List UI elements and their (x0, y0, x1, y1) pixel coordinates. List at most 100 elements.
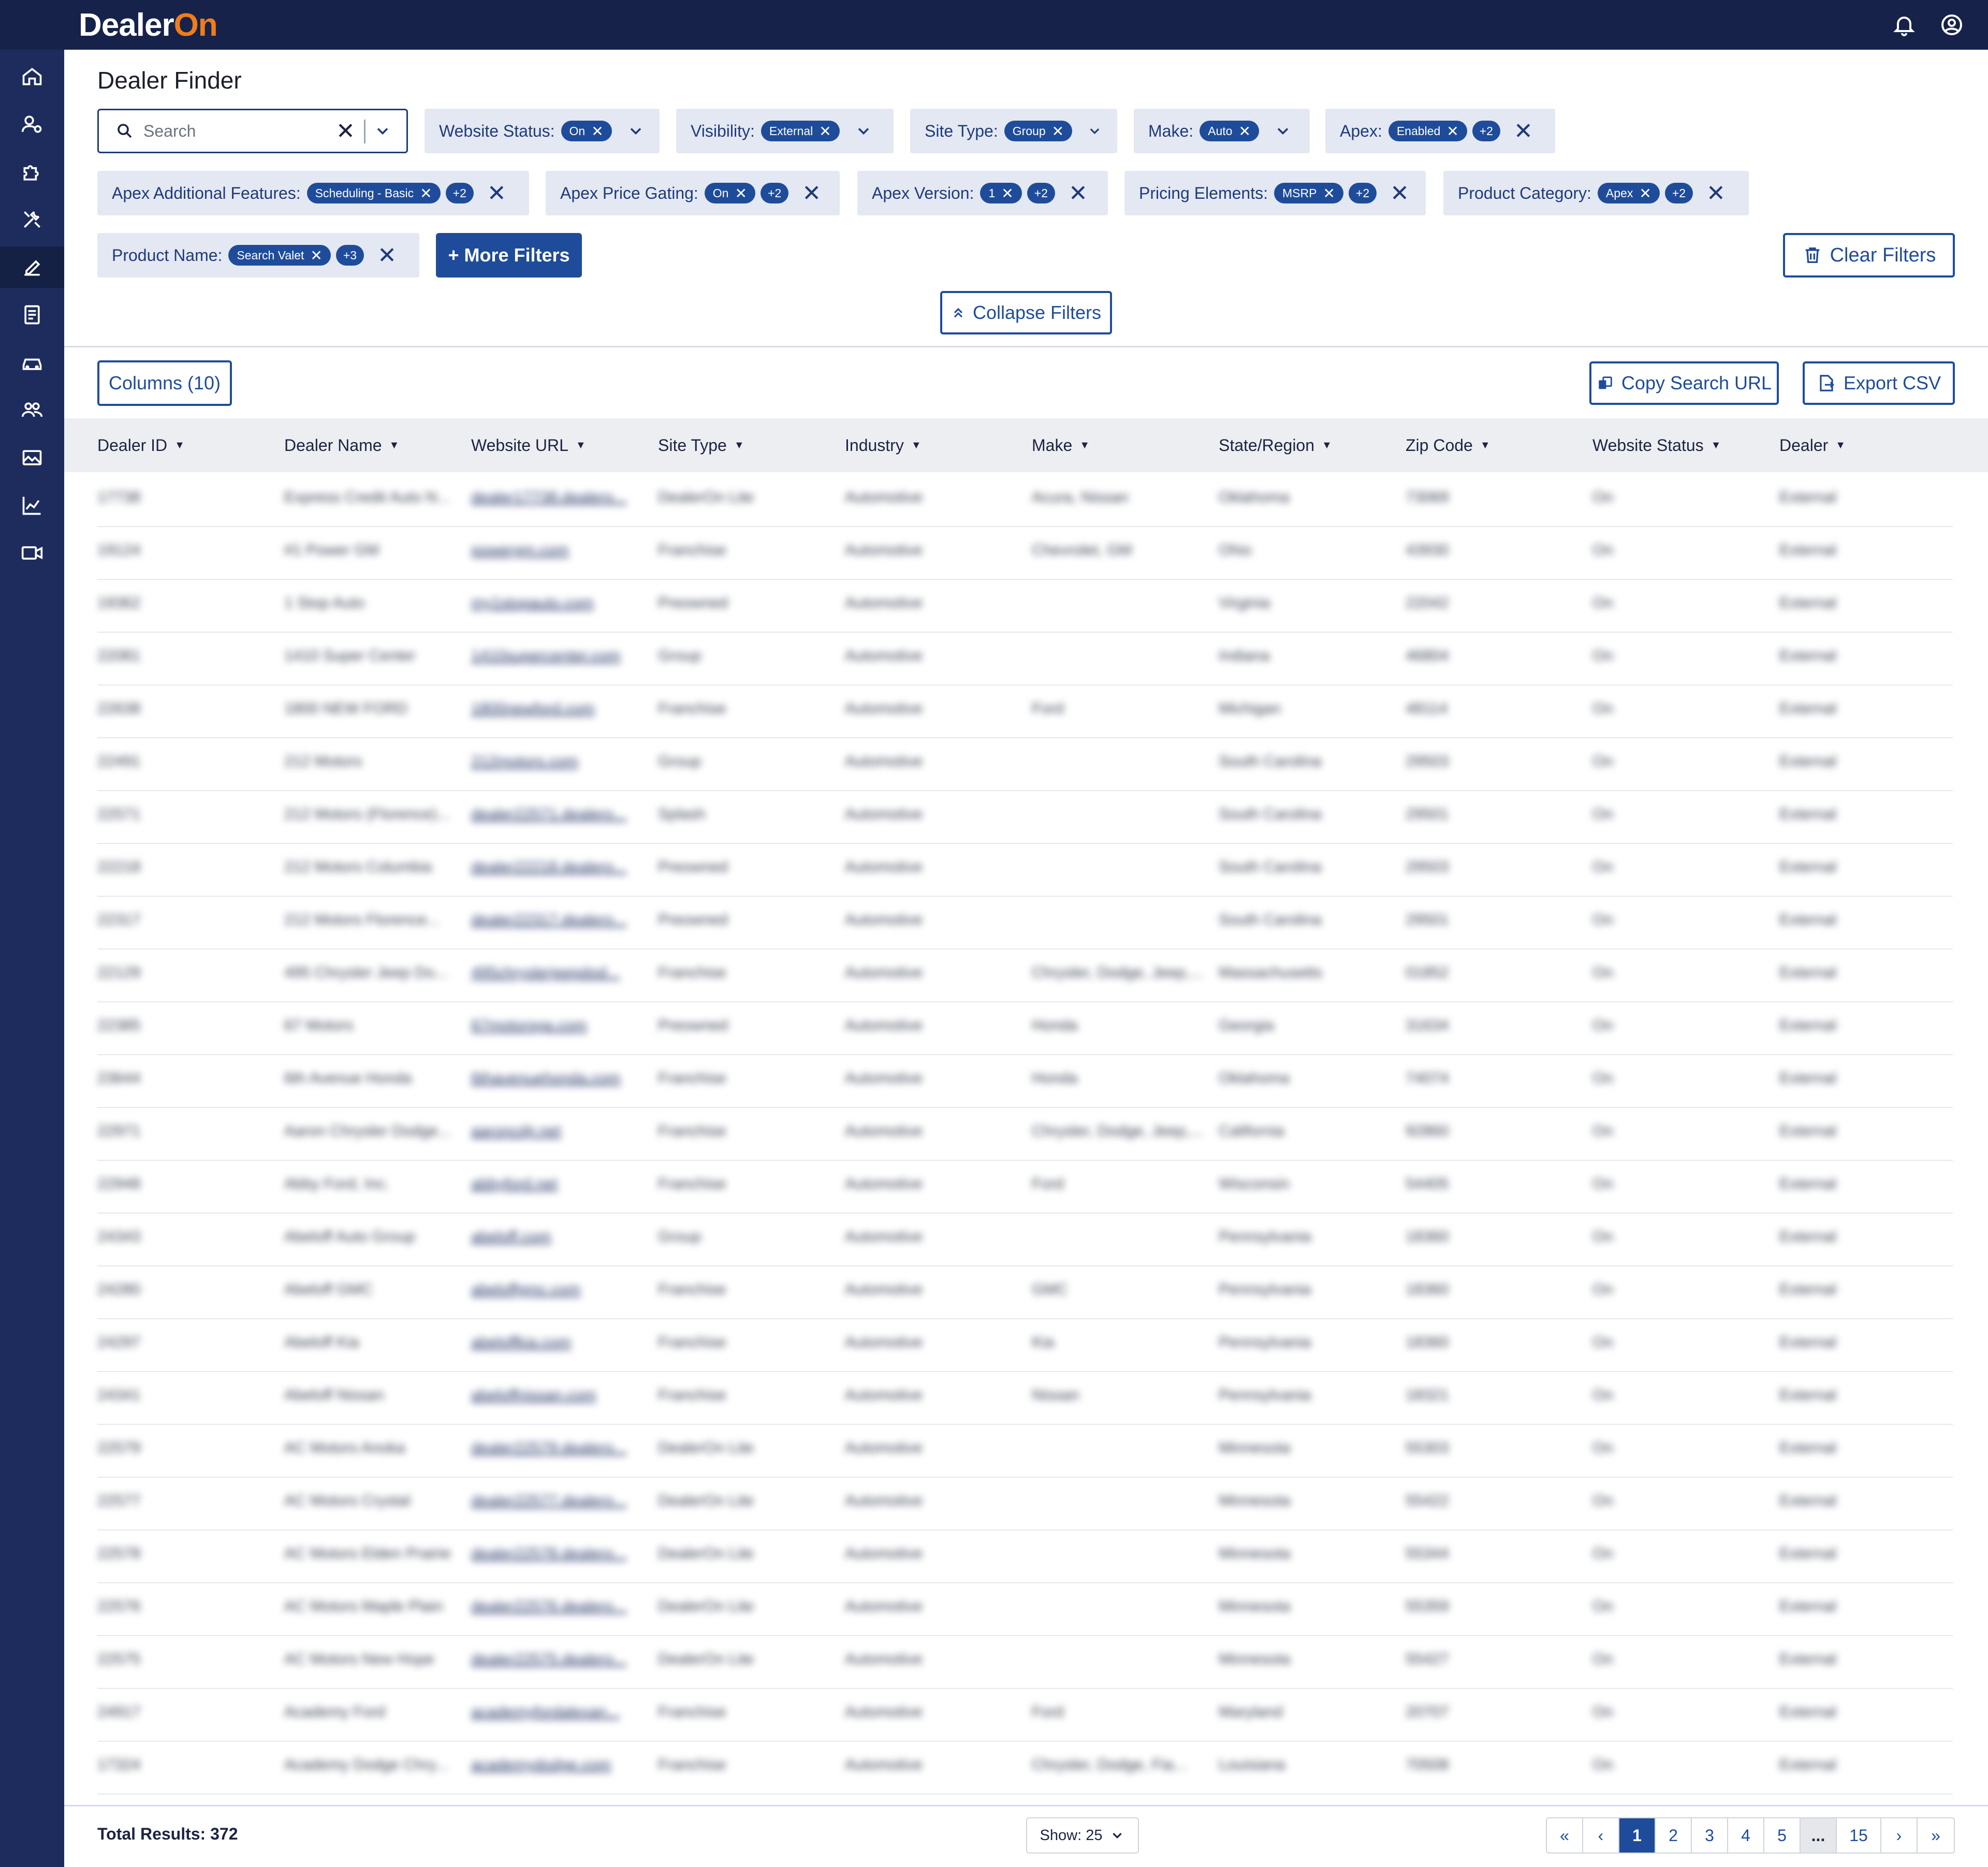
clear-filters-button[interactable]: Clear Filters (1783, 233, 1955, 278)
cell-website-url[interactable]: 495chryslerjeepdod... (471, 964, 647, 987)
column-header-site-type[interactable]: Site Type ▼ (658, 418, 744, 472)
filter-visibility[interactable]: Visibility: External ✕ (676, 109, 894, 153)
filter-website-status[interactable]: Website Status: On ✕ (425, 109, 660, 153)
table-row[interactable]: 22971 Aaron Chrysler Dodge... aaroncdjr.ne… (97, 1108, 1953, 1161)
cell-website-url[interactable]: academyfordalexan... (471, 1703, 647, 1726)
home-icon[interactable] (0, 56, 64, 97)
cell-website-url[interactable]: my1stopauto.com (471, 594, 647, 617)
table-row[interactable]: 23644 6th Avenue Honda 6thavenuehonda.com F… (97, 1055, 1953, 1108)
table-row[interactable]: 24280 Abeloff GMC abeloffgmc.com Franchise A… (97, 1266, 1953, 1319)
table-row[interactable]: 24297 Abeloff Kia abeloffkia.com Franchise A… (97, 1319, 1953, 1372)
next-page-button[interactable]: › (1881, 1818, 1918, 1853)
cell-website-url[interactable]: 67motorsga.com (471, 1017, 647, 1040)
page-button[interactable]: 5 (1764, 1818, 1801, 1853)
image-gallery-icon[interactable] (0, 437, 64, 478)
cell-website-url[interactable]: abeloff.com (471, 1228, 647, 1251)
chevron-down-icon[interactable] (1274, 122, 1292, 140)
table-row[interactable]: 22317 212 Motors Florence... dealer22317.d… (97, 897, 1953, 950)
filter-pricing-elements[interactable]: Pricing Elements: MSRP ✕ +2 ✕ (1124, 171, 1426, 215)
filter-apex-price-gating[interactable]: Apex Price Gating: On ✕ +2 ✕ (546, 171, 840, 215)
first-page-button[interactable]: « (1547, 1818, 1583, 1853)
cell-website-url[interactable]: 1410supercenter.com (471, 647, 647, 670)
remove-pill-icon[interactable]: ✕ (1323, 185, 1335, 202)
cell-website-url[interactable]: dealer22571.dealero... (471, 806, 647, 828)
table-row[interactable]: 22491 212 Motors 212motors.com Group Automot… (97, 738, 1953, 791)
cell-website-url[interactable]: dealer22575.dealero... (471, 1651, 647, 1673)
page-button[interactable]: 1 (1619, 1818, 1656, 1853)
remove-pill-icon[interactable]: ✕ (1238, 123, 1250, 140)
chevron-down-icon[interactable] (626, 122, 645, 140)
column-header-dealer[interactable]: Dealer ▼ (1779, 418, 1846, 472)
page-button[interactable]: 3 (1692, 1818, 1728, 1853)
cell-website-url[interactable]: dealer17738.dealero... (471, 489, 647, 512)
filter-apex[interactable]: Apex: Enabled ✕ +2 ✕ (1325, 109, 1555, 153)
user-settings-icon[interactable] (0, 104, 64, 145)
cell-website-url[interactable]: 212motors.com (471, 753, 647, 776)
filter-product-name[interactable]: Product Name: Search Valet ✕ +3 ✕ (97, 233, 419, 278)
filter-site-type[interactable]: Site Type: Group ✕ (910, 109, 1117, 153)
more-count-badge[interactable]: +2 (1472, 121, 1500, 141)
filter-value-pill[interactable]: Group ✕ (1004, 121, 1073, 141)
column-header-dealer-name[interactable]: Dealer Name ▼ (284, 418, 399, 472)
more-count-badge[interactable]: +2 (760, 183, 789, 203)
chevron-down-icon[interactable] (854, 122, 873, 140)
copy-search-url-button[interactable]: Copy Search URL (1589, 361, 1779, 405)
remove-pill-icon[interactable]: ✕ (1446, 123, 1458, 140)
clear-filter-icon[interactable]: ✕ (487, 180, 506, 207)
table-row[interactable]: 22218 212 Motors Columbia dealer22218.deal… (97, 844, 1953, 897)
cell-website-url[interactable]: dealer22576.dealero... (471, 1598, 647, 1621)
table-row[interactable]: 19124 #1 Power GM powergm.com Franchise Auto… (97, 527, 1953, 580)
filter-value-pill[interactable]: Search Valet ✕ (228, 245, 331, 266)
remove-pill-icon[interactable]: ✕ (735, 185, 747, 202)
cell-website-url[interactable]: academydodge.com (471, 1756, 647, 1779)
report-icon[interactable] (0, 294, 64, 336)
more-count-badge[interactable]: +2 (1027, 183, 1055, 203)
page-button[interactable]: 4 (1728, 1818, 1764, 1853)
cell-website-url[interactable]: aaroncdjr.net (471, 1122, 647, 1145)
filter-value-pill[interactable]: Enabled ✕ (1388, 121, 1467, 141)
more-count-badge[interactable]: +3 (335, 245, 364, 266)
column-header-make[interactable]: Make ▼ (1032, 418, 1090, 472)
clear-filter-icon[interactable]: ✕ (1514, 118, 1533, 144)
table-row[interactable]: 17738 Express Credit Auto N... dealer17738… (97, 474, 1953, 527)
column-header-website-status[interactable]: Website Status ▼ (1592, 418, 1721, 472)
filter-apex-additional-features[interactable]: Apex Additional Features: Scheduling - B… (97, 171, 529, 215)
column-header-zip-code[interactable]: Zip Code ▼ (1406, 418, 1490, 472)
remove-pill-icon[interactable]: ✕ (591, 123, 603, 140)
table-row[interactable]: 22638 1800 NEW FORD 1800newford.com Franchi… (97, 685, 1953, 738)
more-count-badge[interactable]: +2 (1664, 183, 1693, 203)
cell-website-url[interactable]: abbyford.net (471, 1175, 647, 1198)
cell-website-url[interactable]: dealer22578.dealero... (471, 1545, 647, 1568)
export-csv-button[interactable]: Export CSV (1803, 361, 1955, 405)
more-count-badge[interactable]: +2 (1348, 183, 1377, 203)
clear-filter-icon[interactable]: ✕ (377, 242, 397, 269)
puzzle-icon[interactable] (0, 151, 64, 193)
more-filters-button[interactable]: + More Filters (436, 233, 582, 278)
remove-pill-icon[interactable]: ✕ (1639, 185, 1651, 202)
clear-search-icon[interactable]: ✕ (336, 118, 355, 144)
table-row[interactable]: 22577 AC Motors Crystal dealer22577.dealer… (97, 1478, 1953, 1530)
table-row[interactable]: 22571 212 Motors (Florence)... dealer22571… (97, 791, 1953, 844)
tools-icon[interactable] (0, 199, 64, 240)
filter-value-pill[interactable]: On ✕ (561, 121, 612, 141)
chevron-down-icon[interactable] (373, 122, 392, 140)
column-header-dealer-id[interactable]: Dealer ID ▼ (97, 418, 185, 472)
collapse-filters-button[interactable]: Collapse Filters (940, 291, 1112, 334)
filter-product-category[interactable]: Product Category: Apex ✕ +2 ✕ (1443, 171, 1749, 215)
columns-button[interactable]: Columns (10) (97, 360, 232, 406)
clear-filter-icon[interactable]: ✕ (1069, 180, 1088, 207)
clear-filter-icon[interactable]: ✕ (1706, 180, 1726, 207)
remove-pill-icon[interactable]: ✕ (1052, 123, 1064, 140)
account-icon[interactable] (1939, 12, 1964, 37)
table-row[interactable]: 24917 Academy Ford academyfordalexan... Fra… (97, 1689, 1953, 1742)
dealeron-logo[interactable]: Dealer On (79, 7, 218, 43)
remove-pill-icon[interactable]: ✕ (1001, 185, 1013, 202)
table-row[interactable]: 22385 67 Motors 67motorsga.com Preowned Auto… (97, 1002, 1953, 1055)
filter-value-pill[interactable]: External ✕ (761, 121, 840, 141)
remove-pill-icon[interactable]: ✕ (819, 123, 831, 140)
cell-website-url[interactable]: 6thavenuehonda.com (471, 1070, 647, 1092)
table-row[interactable]: 22081 1410 Super Center 1410supercenter.co… (97, 633, 1953, 685)
filter-make[interactable]: Make: Auto ✕ (1134, 109, 1310, 153)
cell-website-url[interactable]: abeloffnissan.com (471, 1387, 647, 1409)
column-header-state-region[interactable]: State/Region ▼ (1219, 418, 1332, 472)
